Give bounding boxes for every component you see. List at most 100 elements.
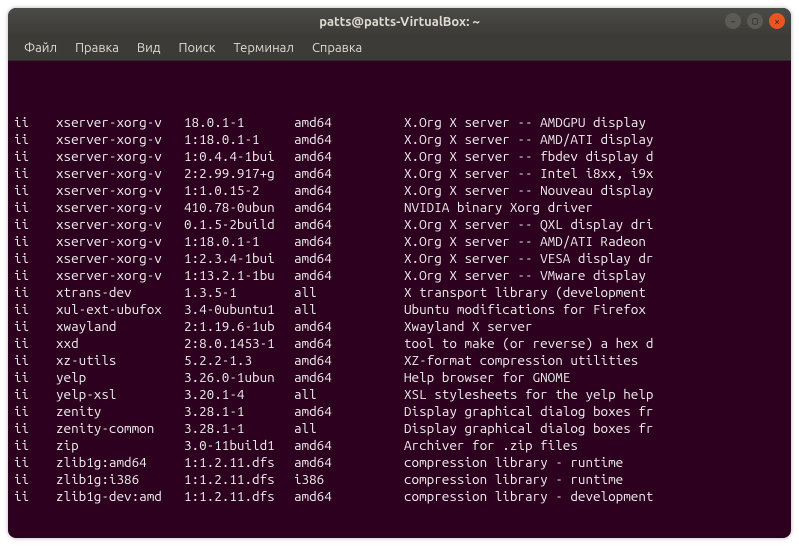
package-row: ii zenity3.28.1-1amd64Display graphical … <box>14 403 785 420</box>
pkg-status: ii <box>14 233 56 250</box>
pkg-status: ii <box>14 114 56 131</box>
pkg-arch: amd64 <box>294 488 404 505</box>
pkg-status: ii <box>14 165 56 182</box>
package-row: ii xserver-xorg-v1:0.4.4-1buiamd64X.Org … <box>14 148 785 165</box>
pkg-arch: amd64 <box>294 148 404 165</box>
pkg-status: ii <box>14 267 56 284</box>
pkg-name: xxd <box>56 335 184 352</box>
pkg-name: xul-ext-ubufox <box>56 301 184 318</box>
pkg-status: ii <box>14 318 56 335</box>
pkg-name: yelp <box>56 369 184 386</box>
pkg-version: 5.2.2-1.3 <box>184 352 294 369</box>
package-row: ii xserver-xorg-v1:1.0.15-2amd64X.Org X … <box>14 182 785 199</box>
menu-view[interactable]: Вид <box>129 39 169 57</box>
pkg-status: ii <box>14 182 56 199</box>
pkg-arch: amd64 <box>294 369 404 386</box>
pkg-name: yelp-xsl <box>56 386 184 403</box>
menu-file[interactable]: Файл <box>16 39 65 57</box>
package-row: ii xz-utils5.2.2-1.3amd64XZ-format compr… <box>14 352 785 369</box>
pkg-desc: Display graphical dialog boxes fr <box>404 420 785 437</box>
pkg-arch: all <box>294 420 404 437</box>
pkg-version: 1:1.2.11.dfs <box>184 471 294 488</box>
pkg-desc: Archiver for .zip files <box>404 437 785 454</box>
pkg-version: 2:8.0.1453-1 <box>184 335 294 352</box>
close-button[interactable]: × <box>769 13 785 29</box>
package-row: ii zlib1g:i3861:1.2.11.dfsi386compressio… <box>14 471 785 488</box>
package-row: ii xtrans-dev1.3.5-1allX transport libra… <box>14 284 785 301</box>
pkg-status: ii <box>14 148 56 165</box>
pkg-version: 1:13.2.1-1bu <box>184 267 294 284</box>
pkg-name: xserver-xorg-v <box>56 131 184 148</box>
pkg-arch: amd64 <box>294 250 404 267</box>
package-row: ii xul-ext-ubufox3.4-0ubuntu1allUbuntu m… <box>14 301 785 318</box>
pkg-version: 1:0.4.4-1bui <box>184 148 294 165</box>
package-row: ii zlib1g-dev:amd1:1.2.11.dfsamd64compre… <box>14 488 785 505</box>
pkg-desc: Xwayland X server <box>404 318 785 335</box>
package-row: ii xwayland2:1.19.6-1ubamd64Xwayland X s… <box>14 318 785 335</box>
pkg-version: 1.3.5-1 <box>184 284 294 301</box>
package-row: ii zlib1g:amd641:1.2.11.dfsamd64compress… <box>14 454 785 471</box>
pkg-name: xserver-xorg-v <box>56 216 184 233</box>
pkg-arch: amd64 <box>294 352 404 369</box>
pkg-status: ii <box>14 352 56 369</box>
pkg-desc: compression library - development <box>404 488 785 505</box>
pkg-name: zip <box>56 437 184 454</box>
pkg-desc: X.Org X server -- VMware display <box>404 267 785 284</box>
menu-search[interactable]: Поиск <box>170 39 223 57</box>
pkg-desc: X.Org X server -- QXL display dri <box>404 216 785 233</box>
package-row: ii xserver-xorg-v1:2.3.4-1buiamd64X.Org … <box>14 250 785 267</box>
window-title: patts@patts-VirtualBox: ~ <box>319 15 480 29</box>
pkg-name: xwayland <box>56 318 184 335</box>
pkg-version: 1:1.2.11.dfs <box>184 454 294 471</box>
pkg-status: ii <box>14 403 56 420</box>
terminal-viewport[interactable]: ii xserver-xorg-v18.0.1-1amd64X.Org X se… <box>8 61 791 538</box>
pkg-status: ii <box>14 437 56 454</box>
package-row: ii xserver-xorg-v0.1.5-2buildamd64X.Org … <box>14 216 785 233</box>
pkg-status: ii <box>14 471 56 488</box>
pkg-name: zlib1g-dev:amd <box>56 488 184 505</box>
pkg-status: ii <box>14 284 56 301</box>
pkg-version: 3.20.1-4 <box>184 386 294 403</box>
pkg-desc: compression library - runtime <box>404 471 785 488</box>
pkg-status: ii <box>14 301 56 318</box>
pkg-desc: X.Org X server -- AMD/ATI display <box>404 131 785 148</box>
pkg-version: 3.4-0ubuntu1 <box>184 301 294 318</box>
pkg-name: xserver-xorg-v <box>56 165 184 182</box>
pkg-desc: X.Org X server -- AMD/ATI Radeon <box>404 233 785 250</box>
pkg-arch: amd64 <box>294 165 404 182</box>
pkg-version: 3.26.0-1ubun <box>184 369 294 386</box>
pkg-version: 18.0.1-1 <box>184 114 294 131</box>
pkg-desc: X.Org X server -- Intel i8xx, i9x <box>404 165 785 182</box>
package-row: ii xserver-xorg-v1:13.2.1-1buamd64X.Org … <box>14 267 785 284</box>
pkg-arch: all <box>294 386 404 403</box>
pkg-name: xserver-xorg-v <box>56 114 184 131</box>
menu-edit[interactable]: Правка <box>67 39 127 57</box>
pkg-arch: amd64 <box>294 454 404 471</box>
pkg-name: xserver-xorg-v <box>56 250 184 267</box>
pkg-name: zenity-common <box>56 420 184 437</box>
pkg-version: 1:2.3.4-1bui <box>184 250 294 267</box>
pkg-name: zlib1g:i386 <box>56 471 184 488</box>
pkg-status: ii <box>14 420 56 437</box>
pkg-name: xserver-xorg-v <box>56 148 184 165</box>
pkg-arch: i386 <box>294 471 404 488</box>
pkg-desc: X.Org X server -- fbdev display d <box>404 148 785 165</box>
pkg-status: ii <box>14 335 56 352</box>
package-row: ii zip3.0-11build1amd64Archiver for .zip… <box>14 437 785 454</box>
pkg-version: 410.78-0ubun <box>184 199 294 216</box>
pkg-desc: Help browser for GNOME <box>404 369 785 386</box>
minimize-button[interactable]: – <box>725 13 741 29</box>
package-row: ii yelp-xsl3.20.1-4allXSL stylesheets fo… <box>14 386 785 403</box>
pkg-desc: XZ-format compression utilities <box>404 352 785 369</box>
pkg-arch: all <box>294 284 404 301</box>
menu-terminal[interactable]: Терминал <box>225 39 301 57</box>
pkg-arch: amd64 <box>294 437 404 454</box>
pkg-arch: all <box>294 301 404 318</box>
package-row: ii yelp3.26.0-1ubunamd64Help browser for… <box>14 369 785 386</box>
pkg-version: 3.28.1-1 <box>184 403 294 420</box>
pkg-desc: NVIDIA binary Xorg driver <box>404 199 785 216</box>
pkg-status: ii <box>14 369 56 386</box>
menu-help[interactable]: Справка <box>304 39 370 57</box>
maximize-button[interactable]: ▢ <box>747 13 763 29</box>
titlebar: patts@patts-VirtualBox: ~ – ▢ × <box>8 8 791 36</box>
